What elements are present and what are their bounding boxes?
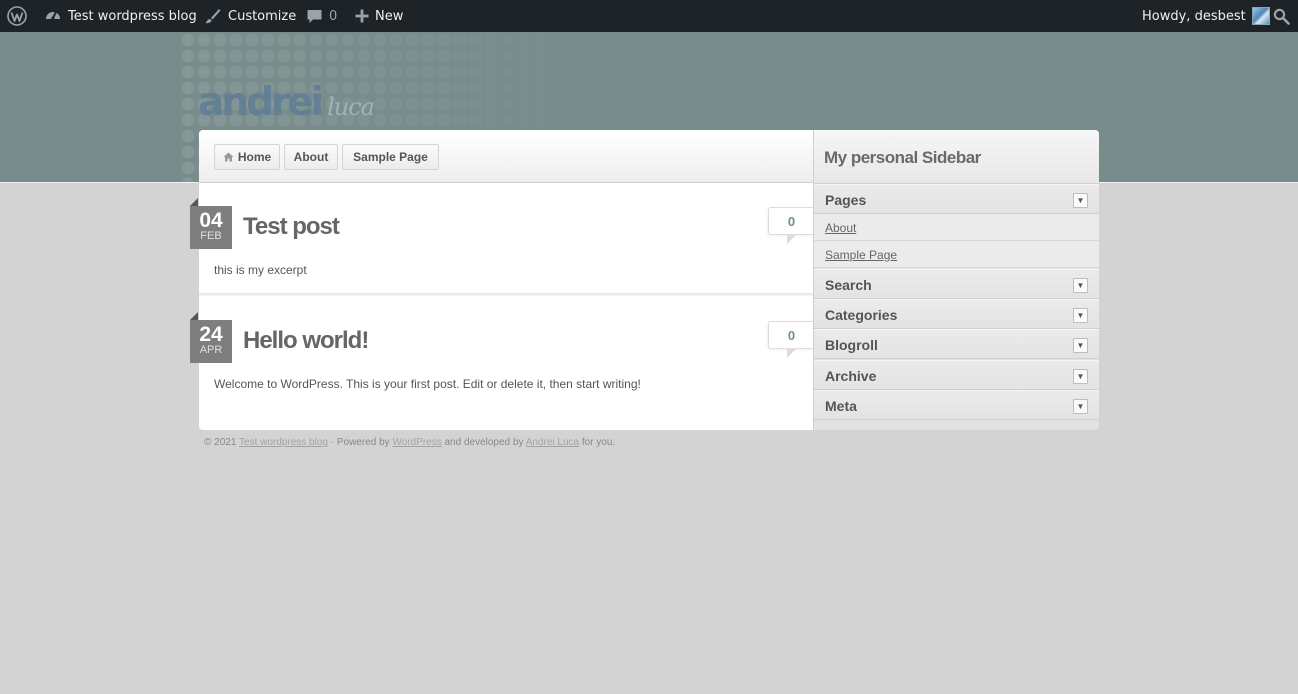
toggle-arrow-icon[interactable]: ▼: [1073, 399, 1088, 414]
dashboard-icon: [46, 11, 60, 20]
footer-developed-by: and developed by: [444, 437, 524, 448]
comment-bubble-icon: [307, 9, 322, 23]
widget-search[interactable]: Search ▼: [814, 269, 1099, 299]
brush-icon: [205, 9, 221, 24]
wordpress-logo-button[interactable]: [7, 0, 27, 32]
post-day: 04: [199, 209, 223, 232]
admin-bar: Test wordpress blog Customize 0 New Howd…: [0, 0, 1298, 32]
comments-count: 0: [329, 8, 338, 24]
footer-author-link[interactable]: Andrei Luca: [526, 437, 579, 448]
home-icon: [223, 152, 234, 162]
post-divider: [199, 293, 813, 296]
post-date-badge: 04 FEB: [190, 198, 232, 249]
toggle-arrow-icon[interactable]: ▼: [1073, 369, 1088, 384]
widget-archive[interactable]: Archive ▼: [814, 360, 1099, 390]
customize-label: Customize: [228, 8, 297, 24]
nav-home[interactable]: Home: [214, 144, 280, 170]
sidebar-title: My personal Sidebar: [824, 148, 981, 167]
new-label: New: [375, 8, 404, 24]
widget-link-label: Sample Page: [825, 248, 898, 262]
widget-title: Archive: [825, 368, 877, 384]
footer-site-link[interactable]: Test wordpress blog: [239, 437, 328, 448]
footer-copyright: © 2021: [204, 437, 237, 448]
main-content: Home About Sample Page 04 FEB Test post …: [190, 130, 814, 430]
logo-main-text: andrei: [198, 80, 324, 125]
site-footer: © 2021 Test wordpress blog · Powered by …: [204, 437, 615, 448]
widget-link-about[interactable]: About: [814, 214, 1099, 241]
widget-title: Pages: [825, 192, 867, 208]
post-excerpt: Welcome to WordPress. This is your first…: [214, 377, 641, 391]
nav-about-label: About: [293, 150, 329, 164]
footer-powered-by: · Powered by: [330, 437, 390, 448]
comments-button[interactable]: 0: [306, 0, 337, 32]
site-name-menu[interactable]: Test wordpress blog: [44, 0, 197, 32]
new-content-button[interactable]: New: [355, 0, 403, 32]
sidebar: My personal Sidebar Pages ▼ About Sample…: [813, 130, 1099, 430]
widget-title: Meta: [825, 398, 857, 414]
main-navigation: Home About Sample Page: [199, 130, 813, 183]
comment-count-bubble[interactable]: 0: [768, 207, 814, 244]
sidebar-header: My personal Sidebar: [814, 130, 1099, 184]
toggle-arrow-icon[interactable]: ▼: [1073, 308, 1088, 323]
logo-sub-text: luca: [327, 93, 375, 121]
site-logo[interactable]: andrei luca: [198, 80, 375, 128]
wordpress-logo-icon: [7, 6, 27, 26]
widget-title: Categories: [825, 307, 898, 323]
post-date-badge: 24 APR: [190, 312, 232, 363]
avatar: [1251, 7, 1270, 25]
nav-sample-page-label: Sample Page: [353, 150, 428, 164]
comment-count-bubble[interactable]: 0: [768, 321, 814, 358]
nav-sample-page[interactable]: Sample Page: [342, 144, 439, 170]
widget-link-label: About: [825, 221, 857, 235]
nav-home-label: Home: [237, 150, 272, 164]
widget-pages[interactable]: Pages ▼: [814, 184, 1099, 214]
post-month: FEB: [200, 230, 222, 242]
widget-title: Search: [825, 277, 872, 293]
toggle-arrow-icon[interactable]: ▼: [1073, 278, 1088, 293]
post-title[interactable]: Test post: [243, 213, 340, 241]
site-name-label: Test wordpress blog: [68, 8, 197, 24]
footer-wordpress-link[interactable]: WordPress: [392, 437, 441, 448]
search-button[interactable]: [1273, 0, 1290, 32]
widget-categories[interactable]: Categories ▼: [814, 299, 1099, 329]
post-excerpt: this is my excerpt: [214, 263, 307, 277]
account-menu[interactable]: Howdy, desbest: [1142, 0, 1270, 32]
post-month: APR: [199, 344, 223, 356]
customize-button[interactable]: Customize: [204, 0, 296, 32]
widget-title: Blogroll: [825, 337, 878, 353]
toggle-arrow-icon[interactable]: ▼: [1073, 193, 1088, 208]
widget-link-sample-page[interactable]: Sample Page: [814, 241, 1099, 268]
widget-blogroll[interactable]: Blogroll ▼: [814, 329, 1099, 359]
search-icon: [1273, 8, 1290, 25]
widget-meta[interactable]: Meta ▼: [814, 390, 1099, 420]
post-day: 24: [199, 323, 223, 346]
post-title[interactable]: Hello world!: [243, 327, 369, 355]
toggle-arrow-icon[interactable]: ▼: [1073, 338, 1088, 353]
footer-for-you: for you.: [581, 437, 616, 448]
nav-about[interactable]: About: [284, 144, 338, 170]
howdy-label: Howdy, desbest: [1142, 8, 1246, 24]
plus-icon: [355, 9, 369, 23]
